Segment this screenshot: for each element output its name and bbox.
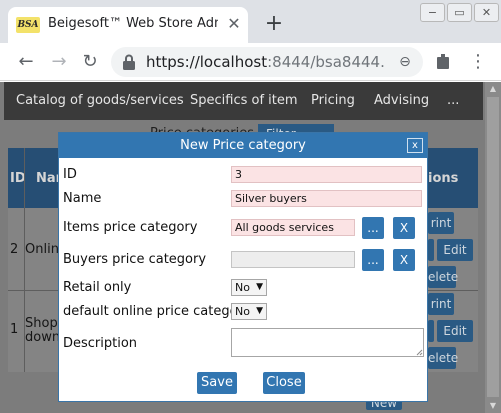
retail-only-value: No xyxy=(235,281,250,294)
zoom-out-icon[interactable]: ⊖ xyxy=(396,53,414,71)
delete-button[interactable]: elete xyxy=(428,266,458,288)
url-path: :8444/bsa8444... xyxy=(267,53,386,71)
dialog-close-icon[interactable]: x xyxy=(407,138,423,153)
forward-arrow-icon[interactable]: → xyxy=(47,50,71,74)
print-button[interactable]: rint xyxy=(428,293,454,315)
name-field[interactable]: Silver buyers xyxy=(231,190,422,207)
buyers-price-category-clear-button[interactable]: X xyxy=(393,249,415,271)
name-label: Name xyxy=(63,191,102,206)
items-price-category-field[interactable]: All goods services xyxy=(231,219,355,236)
row-action-button[interactable] xyxy=(428,239,434,261)
edit-button[interactable]: Edit xyxy=(437,320,473,342)
row-id: 2 xyxy=(10,242,19,257)
id-field[interactable]: 3 xyxy=(231,166,422,183)
scroll-up-icon[interactable]: ▲ xyxy=(485,82,501,96)
scroll-down-icon[interactable]: ▼ xyxy=(485,399,501,413)
minimize-window-button[interactable]: − xyxy=(420,3,445,22)
row-name: Onlin xyxy=(25,242,59,257)
default-online-value: No xyxy=(235,305,250,318)
close-tab-icon[interactable]: ✕ xyxy=(224,14,244,34)
reload-icon[interactable]: ↻ xyxy=(78,50,102,74)
row-action-button[interactable] xyxy=(428,320,434,342)
default-online-select[interactable]: No ▼ xyxy=(231,303,267,320)
url-host: https://localhost xyxy=(146,53,268,71)
edit-button[interactable]: Edit xyxy=(437,239,473,261)
nav-specifics[interactable]: Specifics of item xyxy=(190,92,298,110)
new-tab-icon[interactable]: + xyxy=(262,12,286,36)
retail-only-label: Retail only xyxy=(63,280,132,295)
description-textarea[interactable] xyxy=(231,328,424,357)
chevron-down-icon: ▼ xyxy=(256,282,263,292)
nav-advising[interactable]: Advising xyxy=(374,92,429,110)
url-text[interactable]: https://localhost:8444/bsa8444... xyxy=(146,52,386,72)
dialog-title: New Price category xyxy=(180,138,306,153)
scroll-thumb[interactable] xyxy=(487,97,499,397)
row-name: Shop xyxy=(25,316,58,331)
nav-pricing[interactable]: Pricing xyxy=(311,92,355,110)
maximize-window-button[interactable]: ▭ xyxy=(447,3,472,22)
close-button[interactable]: Close xyxy=(263,372,305,394)
buyers-price-category-field[interactable] xyxy=(231,251,355,268)
retail-only-select[interactable]: No ▼ xyxy=(231,279,267,296)
close-window-button[interactable]: ✕ xyxy=(474,3,499,22)
buyers-price-category-label: Buyers price category xyxy=(63,252,207,267)
items-price-category-clear-button[interactable]: X xyxy=(393,217,415,239)
row-id: 1 xyxy=(10,322,19,337)
nav-catalog[interactable]: Catalog of goods/services xyxy=(16,92,184,110)
id-label: ID xyxy=(63,167,77,182)
nav-more[interactable]: ... xyxy=(447,92,459,110)
tab-title: Beigesoft™ Web Store Adm xyxy=(48,16,218,31)
lock-icon[interactable] xyxy=(122,54,136,70)
default-online-label: default online price category xyxy=(63,304,251,319)
extension-icon[interactable] xyxy=(432,51,454,73)
chevron-down-icon: ▼ xyxy=(256,306,263,316)
save-button[interactable]: Save xyxy=(197,372,237,394)
delete-button[interactable]: elete xyxy=(428,347,458,369)
buyers-price-category-picker-button[interactable]: ... xyxy=(362,249,384,271)
description-label: Description xyxy=(63,336,138,351)
actions-column-header: ions xyxy=(428,171,459,186)
favicon-icon: BSA xyxy=(16,17,40,33)
items-price-category-label: Items price category xyxy=(63,220,198,235)
items-price-category-picker-button[interactable]: ... xyxy=(362,217,384,239)
print-button[interactable]: rint xyxy=(428,212,454,234)
back-arrow-icon[interactable]: ← xyxy=(14,50,38,74)
resize-grip-icon[interactable] xyxy=(416,349,423,356)
browser-menu-icon[interactable]: ⋮ xyxy=(468,50,488,74)
